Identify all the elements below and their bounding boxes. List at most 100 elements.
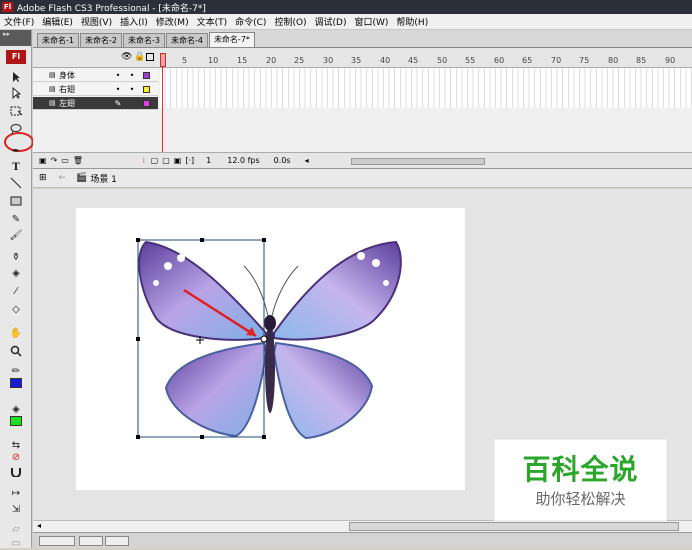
zoom-tool-icon[interactable]	[8, 344, 24, 358]
modify-onion-markers-icon[interactable]: [·]	[185, 156, 194, 165]
tab-document-1[interactable]: 未命名-1	[37, 33, 79, 47]
timeline-status-bar: ▣ ↷ ▭ 🗑 ⧘ ▢ ▢ ▣ [·] 1 12.0 fps 0.0s ◂	[33, 152, 692, 168]
onion-outline-icon[interactable]: ▢	[162, 156, 170, 165]
menu-view[interactable]: 视图(V)	[77, 15, 116, 28]
paint-bucket-tool-icon[interactable]: ◈	[8, 266, 24, 280]
ruler-tick: 70	[551, 56, 562, 65]
timeline-header: 👁 🔒 5 10 15 20 25 30 35 40 45 50 55 60 6…	[33, 48, 692, 68]
brush-tool-icon[interactable]: 🖌	[8, 228, 24, 242]
pen-tool-icon[interactable]: ✒	[8, 144, 24, 158]
tab-document-2[interactable]: 未命名-2	[79, 33, 122, 47]
scene-label[interactable]: 场景 1	[90, 172, 117, 185]
parameters-tab[interactable]	[105, 536, 129, 546]
layer-icon: ▤	[49, 71, 56, 79]
layer-visibility-dot[interactable]: •	[111, 85, 125, 94]
menu-window[interactable]: 窗口(W)	[351, 15, 393, 28]
menu-text[interactable]: 文本(T)	[193, 15, 232, 28]
motion-guide-icon[interactable]: ↷	[51, 156, 58, 165]
rotate-skew-icon[interactable]: ▱	[8, 522, 24, 536]
layer-lock-dot[interactable]: •	[125, 85, 139, 94]
timeline-panel: 👁 🔒 5 10 15 20 25 30 35 40 45 50 55 60 6…	[33, 48, 692, 168]
smooth-icon[interactable]: ↦	[8, 486, 24, 500]
ruler-tick: 90	[665, 56, 676, 65]
tab-document-3[interactable]: 未命名-3	[122, 33, 165, 47]
timeline-scrollbar[interactable]	[351, 158, 485, 165]
menu-debug[interactable]: 调试(D)	[311, 15, 351, 28]
scroll-left-icon[interactable]: ◂	[305, 156, 309, 165]
outline-layers-icon[interactable]	[146, 53, 154, 61]
stage-horizontal-scrollbar[interactable]: ◂	[33, 520, 692, 532]
layer-visibility-dot[interactable]: •	[111, 71, 125, 80]
pencil-tool-icon[interactable]: ✎	[8, 212, 24, 226]
filters-tab[interactable]	[79, 536, 103, 546]
tab-document-4[interactable]: 未命名-4	[165, 33, 208, 47]
document-tabs: 未命名-1 未命名-2 未命名-3 未命名-4 未命名-7*	[33, 30, 692, 48]
layer-name[interactable]: 身体	[59, 70, 111, 81]
stroke-color-swatch[interactable]	[10, 378, 22, 388]
no-color-icon[interactable]: ⊘	[8, 450, 24, 464]
snap-to-objects-icon[interactable]	[8, 464, 24, 478]
menu-commands[interactable]: 命令(C)	[231, 15, 270, 28]
menu-file[interactable]: 文件(F)	[0, 15, 38, 28]
layer-name[interactable]: 右翅	[59, 84, 111, 95]
selection-tool-icon[interactable]	[8, 70, 24, 84]
watermark-title: 百科全说	[522, 453, 639, 486]
insert-layer-icon[interactable]: ▣	[39, 156, 47, 165]
lock-layers-icon[interactable]: 🔒	[134, 52, 145, 62]
playhead[interactable]	[160, 53, 166, 162]
text-tool-icon[interactable]: T	[8, 160, 24, 174]
center-frame-icon[interactable]: ⧘	[143, 156, 145, 166]
menu-edit[interactable]: 编辑(E)	[38, 15, 77, 28]
ruler-tick: 80	[608, 56, 619, 65]
pencil-edit-icon: ✎	[114, 98, 122, 108]
line-tool-icon[interactable]	[8, 176, 24, 190]
layer-icon: ▤	[49, 99, 56, 107]
tab-document-7[interactable]: 未命名-7*	[208, 32, 255, 47]
menu-modify[interactable]: 修改(M)	[152, 15, 193, 28]
ruler-tick: 10	[208, 56, 219, 65]
free-transform-tool-icon[interactable]	[8, 104, 24, 118]
layer-outline-color[interactable]	[143, 85, 150, 93]
back-arrow-icon[interactable]: ←	[59, 173, 67, 183]
frame-rate[interactable]: 12.0 fps	[227, 156, 259, 165]
rectangle-tool-icon[interactable]	[8, 194, 24, 208]
subselection-tool-icon[interactable]	[8, 86, 24, 100]
onion-skin-icon[interactable]: ▢	[151, 156, 159, 165]
menu-insert[interactable]: 插入(I)	[116, 15, 152, 28]
layer-row-right-wing[interactable]: ▤ 右翅 • •	[33, 83, 158, 96]
edit-multiple-frames-icon[interactable]: ▣	[174, 156, 182, 165]
show-hide-layers-icon[interactable]: 👁	[121, 52, 132, 62]
ink-bottle-tool-icon[interactable]: ⚱	[8, 250, 24, 264]
ruler-tick: 30	[323, 56, 334, 65]
butterfly-artwork[interactable]	[76, 208, 465, 490]
insert-folder-icon[interactable]: ▭	[61, 156, 69, 165]
scroll-left-arrow-icon[interactable]: ◂	[37, 521, 41, 530]
timeline-toggle-icon[interactable]: ⊞	[39, 173, 47, 183]
layer-lock-dot[interactable]: •	[125, 71, 139, 80]
fill-color-swatch[interactable]	[10, 416, 22, 426]
menu-help[interactable]: 帮助(H)	[392, 15, 432, 28]
straighten-icon[interactable]: ⇲	[8, 502, 24, 516]
ruler-tick: 40	[380, 56, 391, 65]
layer-outline-color[interactable]	[143, 71, 150, 79]
stage-scrollbar-thumb[interactable]	[349, 522, 679, 531]
layer-name[interactable]: 左翅	[59, 98, 111, 109]
layer-row-left-wing[interactable]: ▤ 左翅 ✎	[33, 97, 158, 110]
delete-layer-icon[interactable]: 🗑	[73, 156, 83, 165]
properties-tab[interactable]	[39, 536, 75, 546]
lasso-tool-icon[interactable]	[8, 122, 24, 136]
properties-panel-tabs	[33, 532, 692, 548]
frame-grid[interactable]	[160, 68, 692, 108]
ruler-tick: 75	[579, 56, 590, 65]
eyedropper-tool-icon[interactable]: ⁄	[8, 284, 24, 298]
eraser-tool-icon[interactable]: ◇	[8, 302, 24, 316]
tools-panel-grip[interactable]: ▸▸	[0, 30, 31, 46]
ruler-tick: 35	[351, 56, 362, 65]
menu-control[interactable]: 控制(O)	[270, 15, 310, 28]
hand-tool-icon[interactable]: ✋	[8, 326, 24, 340]
tools-panel: ▸▸ Fl ✒ T ✎ 🖌 ⚱ ◈ ⁄ ◇ ✋ ✏ ◈ ⇆ ⊘ ↦ ⇲ ▱ ▭	[0, 30, 34, 549]
stage-canvas[interactable]	[76, 208, 465, 490]
window-titlebar: Fl Adobe Flash CS3 Professional - [未命名-7…	[0, 0, 692, 14]
layer-outline-color[interactable]	[143, 99, 150, 107]
layer-row-body[interactable]: ▤ 身体 • •	[33, 69, 158, 82]
